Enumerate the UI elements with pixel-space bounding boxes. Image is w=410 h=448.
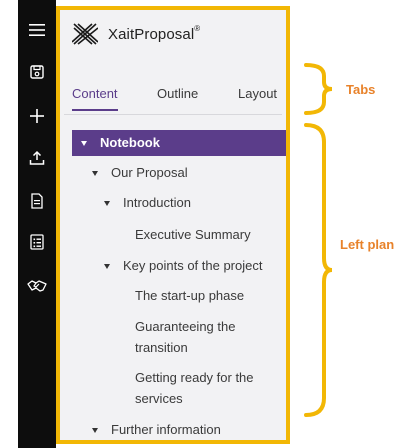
upload-icon[interactable] <box>27 148 47 168</box>
add-icon[interactable] <box>27 106 47 126</box>
tree-item[interactable]: Further information <box>92 420 221 440</box>
annotation-left-plan: Left plan <box>340 237 395 252</box>
xait-logo-icon <box>71 22 99 46</box>
tree-root-notebook[interactable]: Notebook <box>72 130 288 156</box>
tree-item[interactable]: Executive Summary <box>135 225 251 245</box>
tree-item[interactable]: Guaranteeing the <box>135 317 235 337</box>
tabs-brace <box>304 63 333 115</box>
tab-content[interactable]: Content <box>72 86 118 101</box>
app-name: XaitProposal® <box>108 23 201 43</box>
app-brand: XaitProposal® <box>71 22 201 46</box>
checklist-icon[interactable] <box>27 232 47 252</box>
caret-down-icon[interactable] <box>81 141 87 146</box>
menu-icon[interactable] <box>27 20 47 40</box>
tree-item[interactable]: The start-up phase <box>135 286 244 306</box>
tree-item[interactable]: Key points of the project <box>104 256 262 276</box>
handshake-icon[interactable] <box>27 276 47 296</box>
save-icon[interactable] <box>27 62 47 82</box>
caret-down-icon[interactable] <box>92 428 98 433</box>
tree-item[interactable]: Our Proposal <box>92 163 188 183</box>
document-icon[interactable] <box>27 191 47 211</box>
left-plan-brace <box>304 123 333 417</box>
tab-outline[interactable]: Outline <box>157 86 198 101</box>
caret-down-icon[interactable] <box>104 264 110 269</box>
caret-down-icon[interactable] <box>92 171 98 176</box>
tree-item-continued[interactable]: transition <box>135 338 188 358</box>
tab-layout[interactable]: Layout <box>238 86 277 101</box>
tabs-divider <box>64 114 282 115</box>
icon-rail <box>18 0 56 448</box>
annotation-tabs: Tabs <box>346 82 376 97</box>
tree-item[interactable]: Getting ready for the <box>135 368 254 388</box>
active-tab-indicator <box>72 109 118 111</box>
caret-down-icon[interactable] <box>104 201 110 206</box>
tree-item[interactable]: Introduction <box>104 193 191 213</box>
tree-item-continued[interactable]: services <box>135 389 183 409</box>
